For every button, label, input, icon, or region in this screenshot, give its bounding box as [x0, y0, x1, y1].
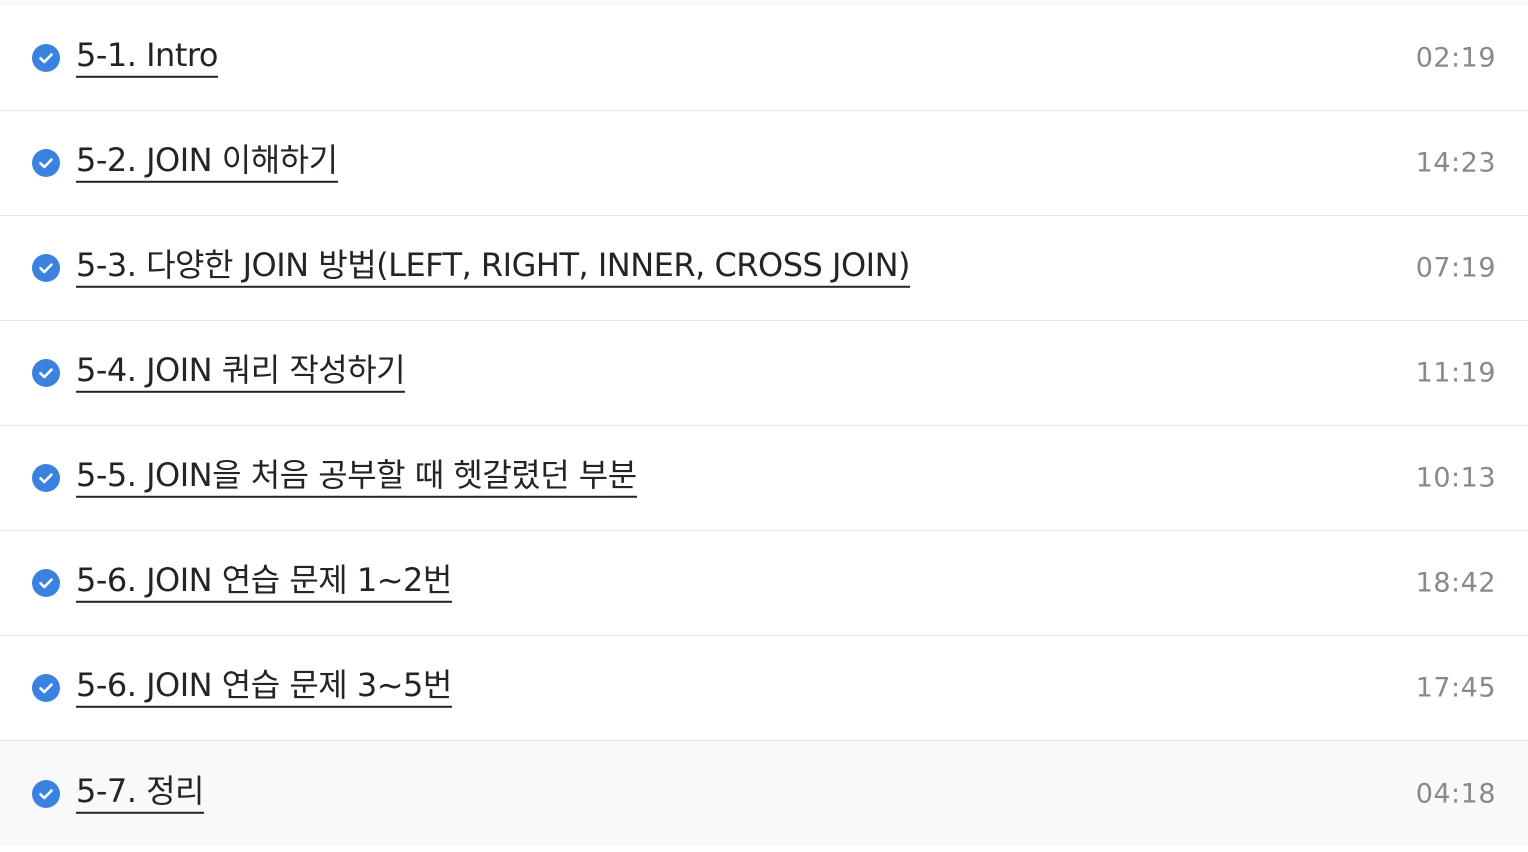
lesson-row-5[interactable]: 5-5. JOIN을 처음 공부할 때 헷갈렸던 부분 10:13	[0, 426, 1528, 531]
lesson-row-1[interactable]: 5-1. Intro 02:19	[0, 6, 1528, 111]
lesson-duration: 18:42	[1415, 567, 1496, 599]
lesson-duration: 07:19	[1415, 252, 1496, 284]
check-circle-icon	[32, 779, 60, 808]
lesson-row-3[interactable]: 5-3. 다양한 JOIN 방법(LEFT, RIGHT, INNER, CRO…	[0, 216, 1528, 321]
check-circle-icon	[32, 44, 60, 72]
lesson-title[interactable]: 5-4. JOIN 쿼리 작성하기	[76, 350, 406, 393]
check-circle-icon	[32, 464, 60, 492]
check-circle-icon	[32, 149, 60, 177]
check-circle-icon	[32, 254, 60, 282]
lesson-row-8[interactable]: 5-7. 정리 04:18	[0, 741, 1528, 846]
lesson-title[interactable]: 5-5. JOIN을 처음 공부할 때 헷갈렸던 부분	[76, 455, 637, 498]
lesson-row-6[interactable]: 5-6. JOIN 연습 문제 1~2번 18:42	[0, 531, 1528, 636]
lesson-duration: 14:23	[1415, 147, 1496, 179]
lesson-list: 5-1. Intro 02:19 5-2. JOIN 이해하기 14:23 5-…	[0, 6, 1528, 846]
lesson-title[interactable]: 5-6. JOIN 연습 문제 3~5번	[76, 665, 452, 708]
check-circle-icon	[32, 359, 60, 387]
lesson-title[interactable]: 5-3. 다양한 JOIN 방법(LEFT, RIGHT, INNER, CRO…	[76, 245, 911, 288]
lesson-duration: 11:19	[1415, 357, 1496, 389]
check-circle-icon	[32, 674, 60, 702]
lesson-title[interactable]: 5-2. JOIN 이해하기	[76, 140, 338, 183]
lesson-title[interactable]: 5-7. 정리	[76, 770, 205, 814]
lesson-row-7[interactable]: 5-6. JOIN 연습 문제 3~5번 17:45	[0, 636, 1528, 741]
check-circle-icon	[32, 569, 60, 597]
lesson-title[interactable]: 5-6. JOIN 연습 문제 1~2번	[76, 560, 452, 603]
lesson-row-4[interactable]: 5-4. JOIN 쿼리 작성하기 11:19	[0, 321, 1528, 426]
lesson-duration: 17:45	[1415, 672, 1496, 704]
lesson-duration: 04:18	[1415, 778, 1496, 809]
lesson-duration: 10:13	[1415, 462, 1496, 494]
lesson-duration: 02:19	[1415, 42, 1496, 74]
lesson-row-2[interactable]: 5-2. JOIN 이해하기 14:23	[0, 111, 1528, 216]
lesson-title[interactable]: 5-1. Intro	[76, 35, 218, 78]
